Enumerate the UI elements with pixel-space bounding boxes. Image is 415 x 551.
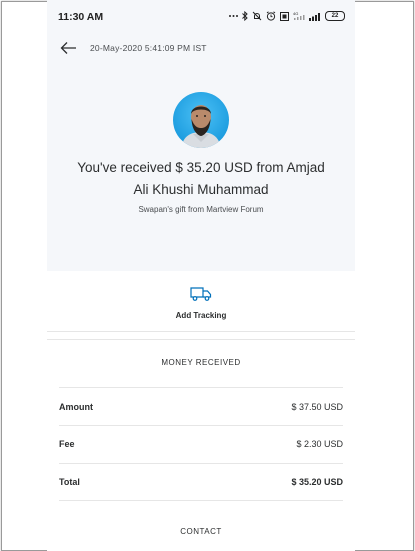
transaction-datetime: 20-May-2020 5:41:09 PM IST (90, 43, 207, 53)
svg-text:4G: 4G (293, 11, 298, 16)
total-row: Total $ 35.20 USD (59, 463, 343, 501)
amount-row: Amount $ 37.50 USD (59, 388, 343, 426)
truck-icon (190, 287, 212, 301)
status-icons: 4G 22 (229, 9, 345, 23)
transaction-header: 11:30 AM 4G 22 20-May-2020 5:41:09 PM IS… (47, 0, 355, 271)
back-button[interactable] (60, 39, 78, 57)
mute-icon (252, 11, 262, 21)
total-label: Total (59, 477, 80, 487)
fee-label: Fee (59, 439, 75, 449)
transaction-note: Swapan's gift from Martview Forum (138, 205, 264, 214)
divider (47, 339, 355, 340)
fee-row: Fee $ 2.30 USD (59, 425, 343, 463)
amount-label: Amount (59, 402, 93, 412)
data-saver-icon (280, 11, 289, 21)
bluetooth-icon (242, 11, 248, 21)
add-tracking-button[interactable]: Add Tracking (151, 286, 251, 320)
divider (47, 331, 355, 332)
row-divider (59, 500, 343, 501)
money-received-title: MONEY RECEIVED (161, 358, 241, 367)
avatar (173, 92, 229, 148)
status-bar: 11:30 AM 4G 22 (47, 0, 355, 32)
add-tracking-label: Add Tracking (175, 311, 227, 320)
contact-section-title: CONTACT (180, 527, 222, 536)
signal-4g-icon: 4G (293, 11, 305, 20)
fee-value: $ 2.30 USD (296, 439, 343, 449)
headline-line-1: You've received $ 35.20 USD from Amjad (77, 160, 325, 175)
sender-photo (181, 105, 221, 148)
amount-value: $ 37.50 USD (291, 402, 343, 412)
received-headline: You've received $ 35.20 USD from Amjad A… (57, 157, 345, 201)
dots-icon (229, 15, 238, 17)
signal-icon (309, 12, 320, 21)
alarm-icon (266, 11, 276, 21)
headline-line-2: Ali Khushi Muhammad (133, 182, 269, 197)
battery-icon: 22 (325, 11, 345, 21)
status-time: 11:30 AM (58, 11, 104, 23)
arrow-left-icon (60, 42, 76, 54)
total-value: $ 35.20 USD (291, 477, 343, 487)
phone-screen: 11:30 AM 4G 22 20-May-2020 5:41:09 PM IS… (47, 0, 355, 551)
